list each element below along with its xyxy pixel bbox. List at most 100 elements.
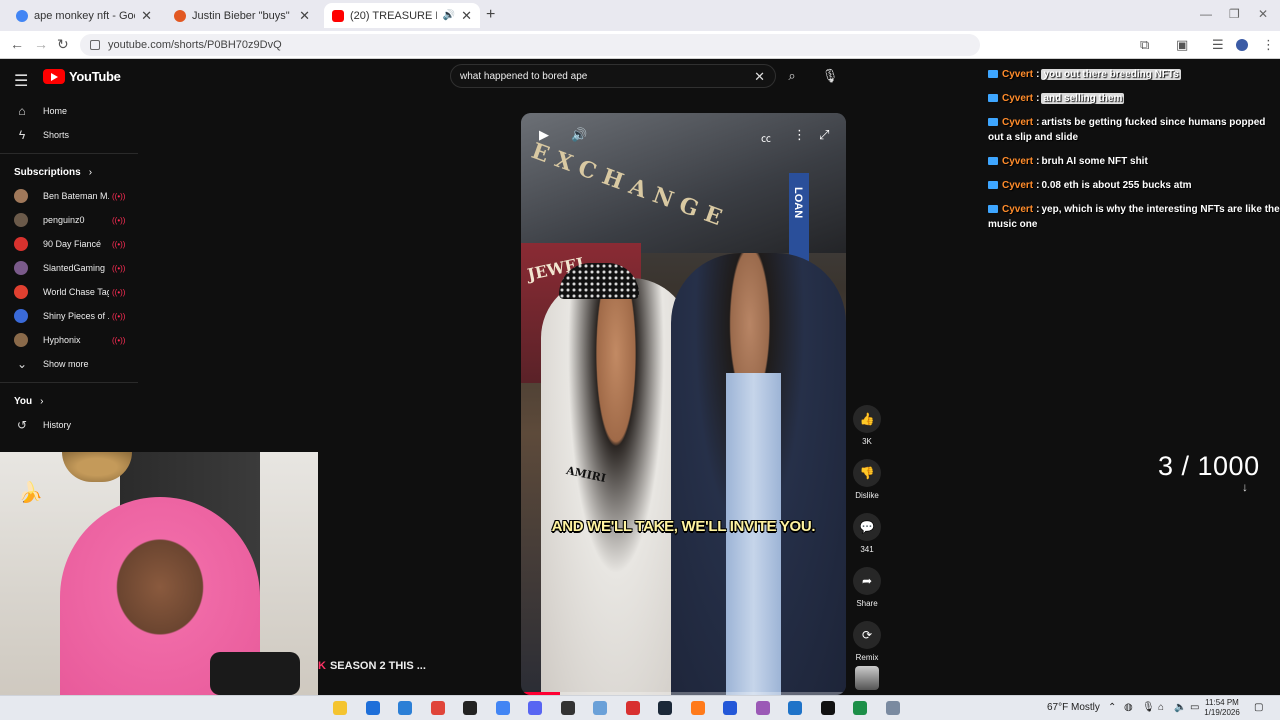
tray-icon[interactable]: ◍ [1124,702,1133,713]
site-info-icon[interactable] [90,40,100,50]
chevron-up-icon[interactable]: ⌃ [1108,702,1116,713]
close-tab-icon[interactable]: ✕ [461,8,472,24]
like-button[interactable]: 👍 3K [852,405,882,446]
channel-avatar[interactable] [855,666,879,690]
taskbar-app-icon[interactable] [820,701,835,715]
taskbar-app-icon[interactable] [398,701,412,715]
speaker-icon[interactable]: 🔈 [1174,702,1186,713]
subscription-item[interactable]: Ben Bateman M... ((•)) [0,184,138,208]
chat-message: Cyvert: and selling them [988,91,1280,106]
taskbar-app-icon[interactable] [755,701,770,715]
sidebar-item-history[interactable]: ↺ History [0,413,138,437]
banana-icon: 🍌 [18,482,43,504]
play-icon[interactable]: ▶ [539,127,549,143]
share-button[interactable]: ➦ Share [852,567,882,608]
back-icon[interactable]: ← [10,36,24,52]
show-more-button[interactable]: ⌄ Show more [0,352,138,376]
forward-icon[interactable]: → [34,36,48,52]
tab-title: ape monkey nft - Google Search [34,9,135,22]
tab-youtube-active[interactable]: (20) TREASURE HUNTING I 🔊 ✕ [324,3,480,28]
subscription-item[interactable]: World Chase Tag ((•)) [0,280,138,304]
tab-google-search[interactable]: ape monkey nft - Google Search ✕ [8,3,160,28]
dislike-icon: 👎 [853,459,881,487]
taskbar-app-icon[interactable] [625,701,640,715]
voice-search-button[interactable]: 🎙 [818,64,842,88]
notifications-icon[interactable]: ▢ [1254,702,1263,713]
subscription-item[interactable]: 90 Day Fiancé ((•)) [0,232,138,256]
taskbar-app-icon[interactable] [690,701,705,715]
chat-username: Cyvert [1002,204,1034,215]
clock-date: 1/19/2026 [1204,708,1240,717]
audio-icon[interactable]: 🔊 [443,10,455,21]
url-field[interactable]: youtube.com/shorts/P0BH70z9DvQ [80,34,980,56]
reload-icon[interactable]: ↻ [57,36,69,53]
network-icon[interactable]: ⌂ [1158,702,1164,713]
screen: ape monkey nft - Google Search ✕ Justin … [0,0,1280,720]
subscription-item[interactable]: Hyphonix ((•)) [0,328,138,352]
taskbar-app-icon[interactable] [658,701,672,715]
sidebar-icon[interactable]: ▣ [1176,37,1188,53]
subscription-item[interactable]: SlantedGaming ((•)) [0,256,138,280]
taskbar-app-icon[interactable] [885,701,900,715]
badge-icon [988,118,998,127]
more-options-icon[interactable]: ⋮ [793,127,806,143]
battery-icon[interactable]: ▭ [1190,702,1199,713]
fullscreen-icon[interactable]: ⤢ [819,127,829,143]
profile-avatar[interactable] [1236,39,1248,51]
taskbar-app-icon[interactable] [495,701,510,715]
taskbar-app-icon[interactable] [528,701,542,715]
taskbar-app-icon[interactable] [853,701,867,715]
hamburger-menu-icon[interactable]: ☰ [14,71,28,91]
sidebar: ⌂ Home ϟ Shorts Subscriptions › Ben Bate… [0,99,138,437]
subscriptions-header[interactable]: Subscriptions › [0,160,138,184]
live-icon: ((•)) [112,335,126,345]
volume-icon[interactable]: 🔊 [571,127,587,143]
taskbar-app-icon[interactable] [788,701,802,715]
webcam-overlay: 🍌 [0,452,318,695]
system-clock[interactable]: 11:54 PM 1/19/2026 [1202,698,1242,718]
arrow-down-icon[interactable]: ↓ [1242,480,1248,494]
search-input[interactable]: what happened to bored ape ✕ [450,64,776,88]
mic-tray-icon[interactable]: 🎙 [1142,702,1155,713]
clear-search-icon[interactable]: ✕ [754,69,765,85]
taskbar-app-icon[interactable] [463,701,477,715]
youtube-logo[interactable]: YouTube [43,69,121,84]
you-header[interactable]: You › [0,389,138,413]
taskbar-app-icon[interactable] [333,701,347,715]
taskbar-app-icon[interactable] [560,701,575,715]
sidebar-item-home[interactable]: ⌂ Home [0,99,138,123]
shorts-counter: 3 / 1000 [1158,451,1260,481]
downloads-icon[interactable]: ☰ [1212,37,1224,53]
share-label: Share [856,599,878,608]
sidebar-item-label: Home [43,106,68,116]
menu-icon[interactable]: ⋮ [1262,37,1275,53]
remix-button[interactable]: ⟳ Remix [852,621,882,662]
you-label: You [14,395,33,407]
tab-justin-bieber[interactable]: Justin Bieber "buys" a Bored Ap ✕ [166,3,318,28]
captions-icon[interactable]: ㏄ [761,130,771,145]
sidebar-item-shorts[interactable]: ϟ Shorts [0,123,138,147]
weather-text[interactable]: 67°F Mostly [1047,702,1100,713]
close-window-icon[interactable]: ✕ [1258,7,1268,21]
close-tab-icon[interactable]: ✕ [299,8,310,24]
dislike-button[interactable]: 👎 Dislike [852,459,882,500]
close-tab-icon[interactable]: ✕ [141,8,152,24]
taskbar-app-icon[interactable] [365,701,380,715]
live-icon: ((•)) [112,239,126,249]
extensions-icon[interactable]: ⧉ [1140,37,1149,53]
video-caption: AND WE'LL TAKE, WE'LL INVITE YOU. [551,518,816,535]
taskbar-app-icon[interactable] [723,701,737,715]
minimize-icon[interactable]: — [1200,7,1212,21]
taskbar-app-icon[interactable] [430,701,445,715]
chat-text: bruh AI some NFT shit [1041,156,1148,167]
search-button[interactable]: ⌕ [778,64,806,88]
taskbar-app-icon[interactable] [593,701,607,715]
new-tab-icon[interactable]: + [486,6,495,24]
subscription-item[interactable]: penguinz0 ((•)) [0,208,138,232]
subscription-item[interactable]: Shiny Pieces of ... ((•)) [0,304,138,328]
channel-name: SlantedGaming [43,263,106,273]
short-video-player[interactable]: EXCHANGE JEWEL LOAN AMIRI AND WE'LL TAKE… [521,113,846,695]
live-icon: ((•)) [112,191,126,201]
comments-button[interactable]: 💬 341 [852,513,882,554]
maximize-icon[interactable]: ❐ [1229,7,1240,21]
